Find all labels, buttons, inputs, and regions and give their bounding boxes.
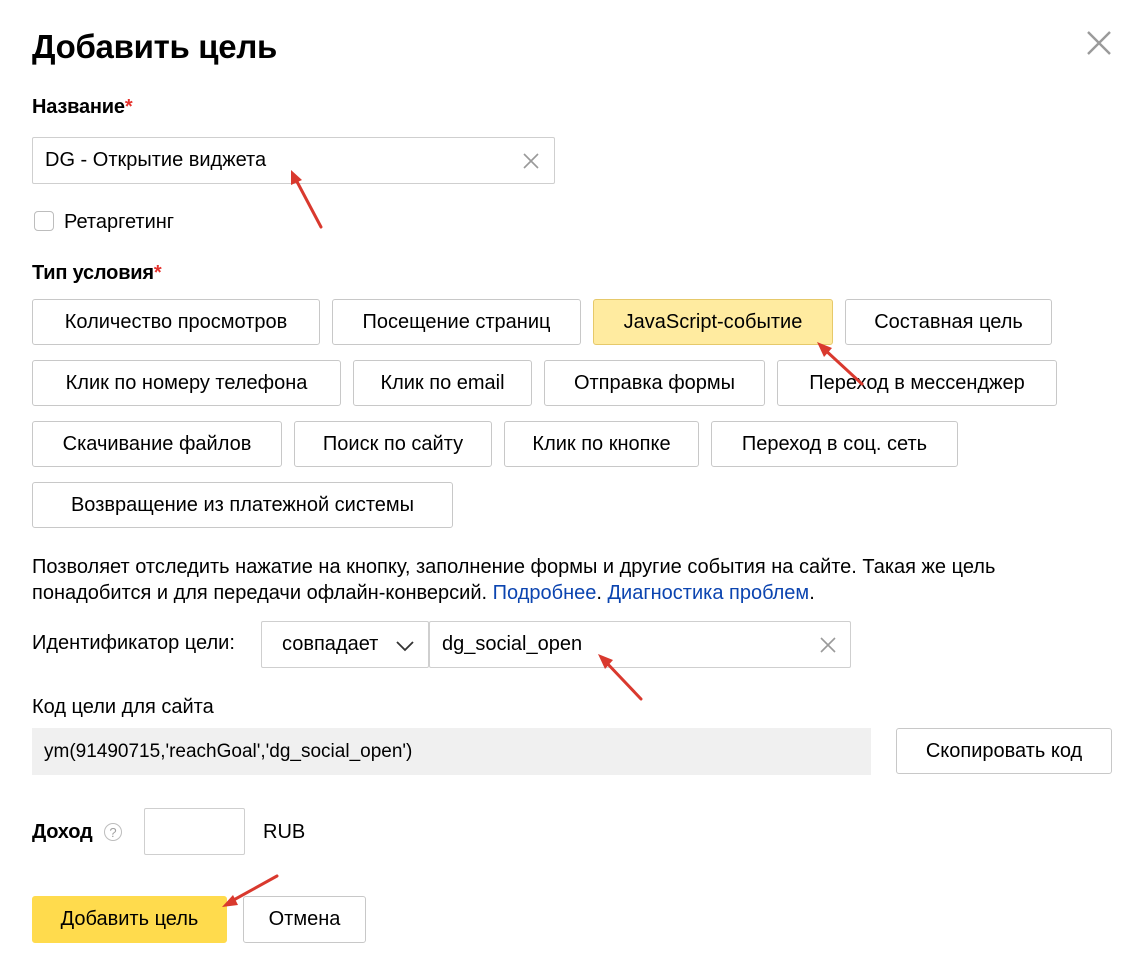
clear-icon[interactable] (521, 151, 541, 171)
copy-code-button[interactable]: Скопировать код (896, 728, 1112, 774)
condition-label-text: Тип условия (32, 262, 154, 284)
condition-option-messenger[interactable]: Переход в мессенджер (777, 360, 1057, 406)
identifier-value: dg_social_open (442, 633, 583, 655)
add-goal-button[interactable]: Добавить цель (32, 896, 227, 943)
condition-option-button-click[interactable]: Клик по кнопке (504, 421, 699, 467)
goal-name-value: DG - Открытие виджета (45, 149, 267, 171)
condition-option-file-download[interactable]: Скачивание файлов (32, 421, 282, 467)
question-circle-icon[interactable]: ? (104, 823, 122, 841)
income-input[interactable] (144, 808, 245, 855)
retargeting-label: Ретаргетинг (64, 211, 175, 233)
site-code-value: ym(91490715,'reachGoal','dg_social_open'… (44, 740, 413, 762)
condition-option-payment-return[interactable]: Возвращение из платежной системы (32, 482, 453, 528)
diagnostics-link[interactable]: Диагностика проблем (608, 582, 810, 604)
condition-option-pageviews[interactable]: Количество просмотров (32, 299, 320, 345)
condition-option-phone-click[interactable]: Клик по номеру телефона (32, 360, 341, 406)
name-label-text: Название (32, 96, 125, 118)
chevron-down-icon (395, 639, 415, 657)
condition-option-email-click[interactable]: Клик по email (353, 360, 532, 406)
more-link[interactable]: Подробнее (493, 582, 597, 604)
description-end: . (809, 582, 815, 604)
description-dot: . (596, 582, 602, 604)
identifier-label: Идентификатор цели: (32, 632, 235, 654)
required-mark: * (124, 96, 133, 118)
income-label: Доход (32, 821, 93, 843)
condition-option-form-submit[interactable]: Отправка формы (544, 360, 765, 406)
condition-option-site-search[interactable]: Поиск по сайту (294, 421, 492, 467)
match-mode-value: совпадает (282, 633, 379, 655)
identifier-input[interactable]: dg_social_open (429, 621, 851, 668)
currency-label: RUB (263, 821, 306, 843)
condition-label: Тип условия* (32, 262, 162, 285)
condition-option-composite[interactable]: Составная цель (845, 299, 1052, 345)
site-code-label: Код цели для сайта (32, 696, 214, 718)
condition-description: Позволяет отследить нажатие на кнопку, з… (32, 554, 1112, 606)
condition-option-page-visits[interactable]: Посещение страниц (332, 299, 581, 345)
match-mode-select[interactable]: совпадает (261, 621, 429, 668)
name-label: Название* (32, 96, 133, 119)
required-mark: * (153, 262, 162, 284)
condition-option-js-event[interactable]: JavaScript-событие (593, 299, 833, 345)
dialog-title: Добавить цель (32, 28, 277, 65)
condition-option-social[interactable]: Переход в соц. сеть (711, 421, 958, 467)
cancel-button[interactable]: Отмена (243, 896, 366, 943)
retargeting-checkbox[interactable] (34, 211, 54, 231)
site-code-box: ym(91490715,'reachGoal','dg_social_open'… (32, 728, 871, 775)
clear-icon[interactable] (818, 635, 838, 655)
close-icon[interactable] (1084, 28, 1114, 58)
goal-name-input[interactable]: DG - Открытие виджета (32, 137, 555, 184)
